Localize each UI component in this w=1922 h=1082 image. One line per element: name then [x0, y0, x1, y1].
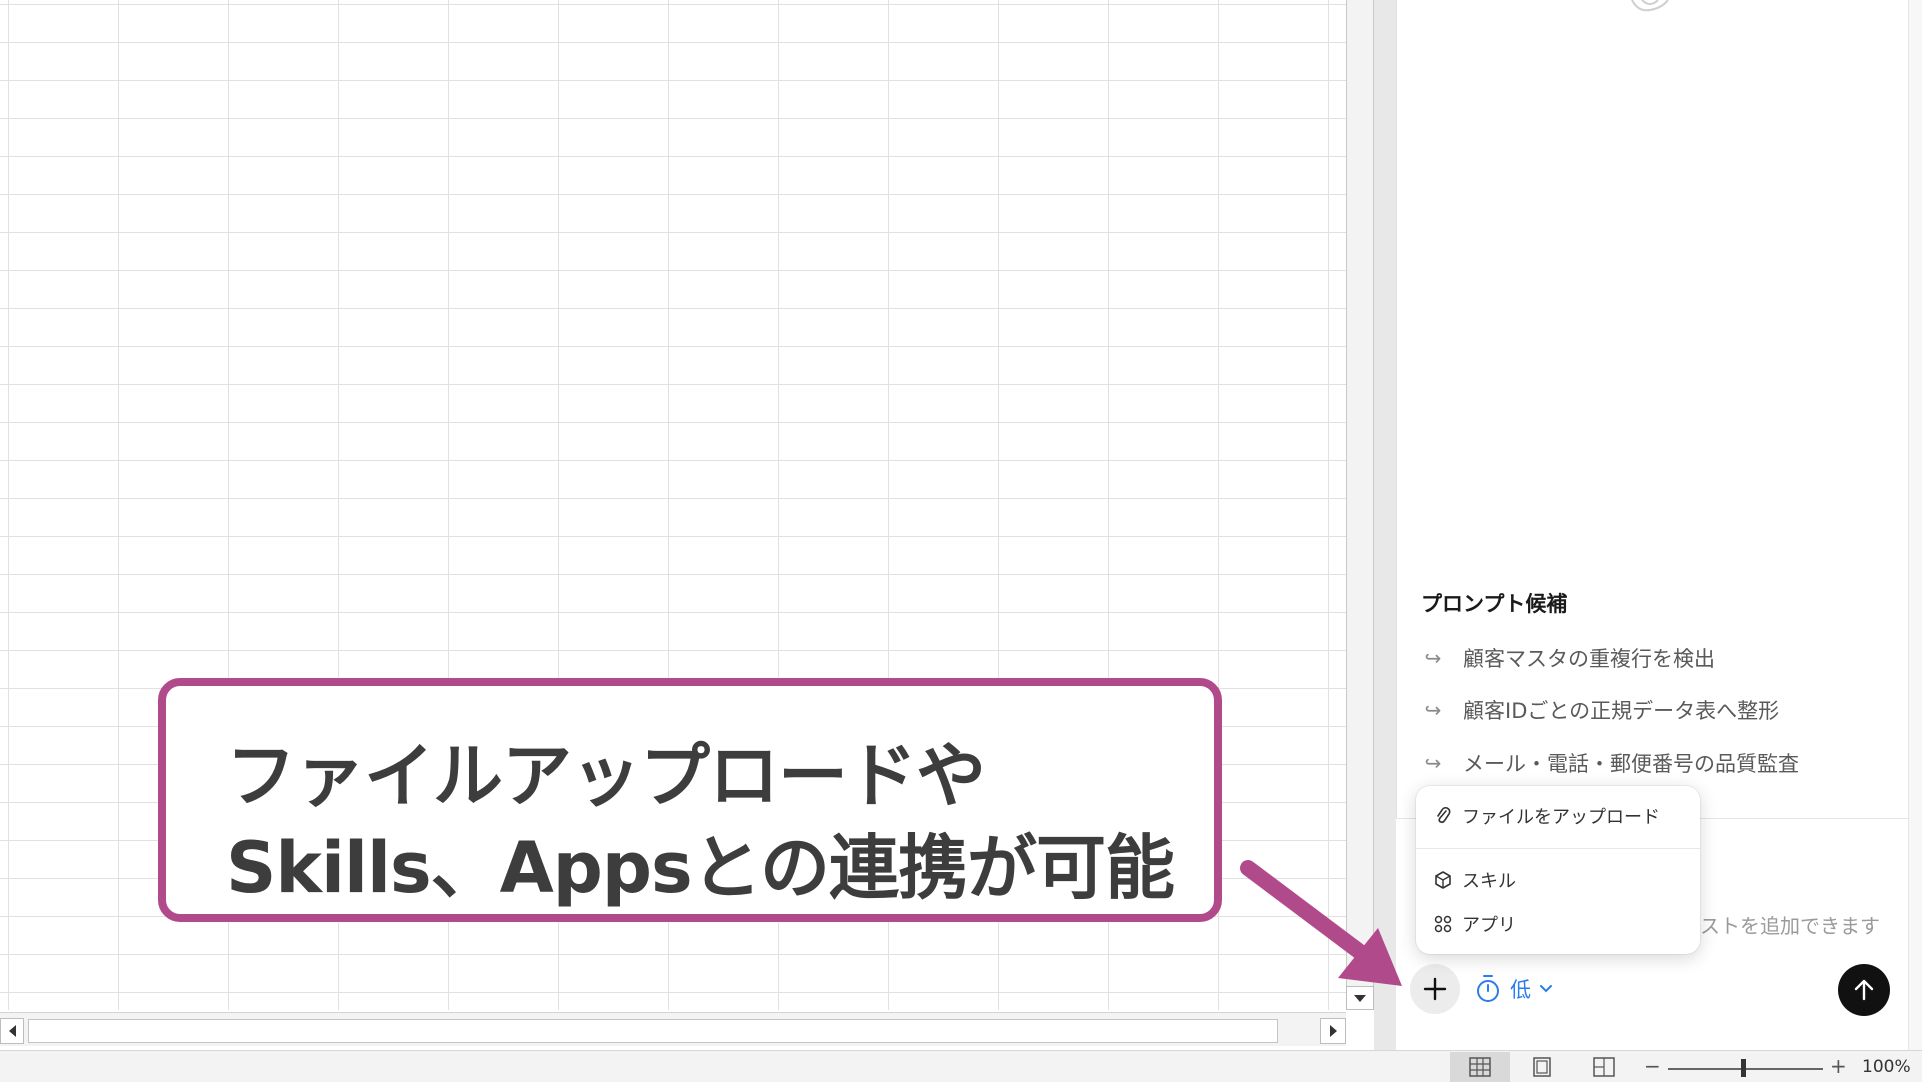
grid-view-icon: [1469, 1057, 1491, 1077]
send-button[interactable]: [1838, 964, 1890, 1016]
reasoning-effort-selector[interactable]: 低: [1474, 972, 1553, 1006]
zoom-out-button[interactable]: −: [1644, 1054, 1661, 1078]
stopwatch-icon: [1477, 975, 1499, 1002]
menu-item-label: ファイルをアップロード: [1462, 807, 1660, 828]
menu-item-label: アプリ: [1462, 915, 1516, 936]
page-break-view-button[interactable]: [1574, 1052, 1634, 1082]
suggestion-item[interactable]: ↪ 顧客IDごとの正規データ表へ整形: [1421, 694, 1780, 726]
normal-view-button[interactable]: [1450, 1052, 1510, 1082]
cube-icon: [1435, 871, 1451, 889]
apps-grid-icon: [1434, 915, 1452, 933]
return-arrow-icon: ↪: [1424, 646, 1442, 670]
scroll-right-button[interactable]: [1320, 1018, 1346, 1044]
panel-scrollbar[interactable]: [1908, 0, 1922, 1050]
annotation-arrow-icon: [1240, 860, 1402, 986]
logo-icon: [1631, 0, 1669, 12]
attach-menu: ファイルをアップロード スキル アプリ: [1416, 786, 1700, 954]
page-layout-view-button[interactable]: [1512, 1052, 1572, 1082]
scroll-left-button[interactable]: [0, 1018, 24, 1044]
menu-item-label: スキル: [1462, 871, 1516, 892]
menu-divider: [1416, 848, 1700, 849]
annotation-callout: ファイルアップロードや Skills、Appsとの連携が可能: [158, 678, 1222, 922]
prompt-input-placeholder[interactable]: ストを追加できます。: [1680, 910, 1908, 939]
suggestion-item[interactable]: ↪ 顧客マスタの重複行を検出: [1421, 642, 1715, 674]
suggestions-title: プロンプト候補: [1421, 592, 1568, 616]
effort-label: 低: [1510, 978, 1531, 1002]
triangle-left-icon: [8, 1025, 16, 1037]
chevron-down-icon: [1540, 985, 1552, 993]
suggestion-item[interactable]: ↪ メール・電話・郵便番号の品質監査: [1421, 747, 1799, 779]
page-layout-icon: [1533, 1057, 1551, 1077]
paperclip-icon: [1437, 806, 1451, 824]
return-arrow-icon: ↪: [1424, 751, 1442, 775]
horizontal-scroll-thumb[interactable]: [28, 1019, 1278, 1043]
suggestion-label: 顧客IDごとの正規データ表へ整形: [1463, 699, 1780, 723]
arrow-up-icon: [1854, 979, 1874, 1001]
page-break-icon: [1593, 1057, 1615, 1077]
zoom-in-button[interactable]: +: [1830, 1054, 1847, 1078]
triangle-right-icon: [1329, 1025, 1337, 1037]
zoom-level[interactable]: 100%: [1862, 1057, 1911, 1077]
callout-line-1: ファイルアップロードや: [226, 735, 986, 817]
menu-item-upload[interactable]: ファイルをアップロード: [1434, 800, 1660, 832]
suggestion-label: メール・電話・郵便番号の品質監査: [1463, 752, 1799, 776]
menu-item-apps[interactable]: アプリ: [1434, 908, 1516, 940]
zoom-slider-thumb[interactable]: [1741, 1059, 1746, 1077]
menu-item-skills[interactable]: スキル: [1434, 864, 1516, 896]
return-arrow-icon: ↪: [1424, 698, 1442, 722]
callout-line-2: Skills、Appsとの連携が可能: [226, 827, 1175, 909]
suggestion-label: 顧客マスタの重複行を検出: [1463, 647, 1715, 671]
